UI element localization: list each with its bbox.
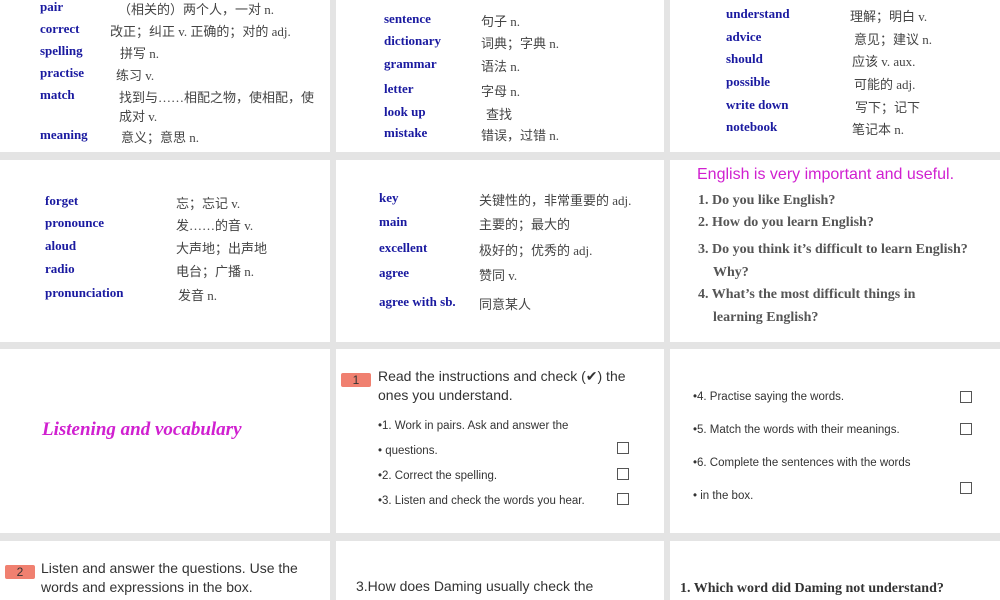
vocab-meaning: 词典；字典 n. [481,36,560,51]
vocab-meaning: 赞同 v. [479,268,518,283]
vocab-meaning: 发……的音 v. [176,218,254,233]
vocab-meaning: 练习 v. [116,68,155,83]
vocab-word: write down [726,97,789,112]
slide-2[interactable]: sentence 句子 n. dictionary 词典；字典 n. grammar 语法… [336,0,664,152]
vocab-word: pair [40,0,64,14]
vocab-meaning: 语法 n. [481,59,521,74]
checkbox[interactable] [960,482,972,494]
task-item: •6. Complete the sentences with the word… [693,457,911,469]
vocab-word: meaning [40,127,88,142]
slide-11[interactable]: 3.How does Daming usually check the [336,541,664,600]
vocab-word: letter [384,81,414,96]
vocab-meaning: 错误，过错 n. [481,128,560,143]
vocab-word: grammar [384,56,437,71]
checkbox[interactable] [617,468,629,480]
task-item: •2. Correct the spelling. [378,470,498,482]
vocab-meaning: 忘；忘记 v. [176,196,241,211]
slide-title: English is very important and useful. [697,166,955,183]
question: 4. What’s the most difficult things in [698,287,916,302]
slide-8[interactable]: 1 Read the instructions and check (✔) th… [336,349,664,533]
vocab-word: forget [45,193,79,208]
vocab-meaning: 拼写 n. [120,46,160,61]
vocab-word: notebook [726,119,778,134]
slide-6[interactable]: English is very important and useful. 1.… [670,160,1000,342]
task-item: •1. Work in pairs. Ask and answer the [378,420,569,432]
vocab-word: look up [384,104,426,119]
instruction-heading: Listen and answer the questions. Use the… [41,560,298,595]
slide-10[interactable]: 2 Listen and answer the questions. Use t… [0,541,330,600]
vocab-word: match [40,87,75,102]
task-item: •5. Match the words with their meanings. [693,424,900,436]
checkbox[interactable] [960,391,972,403]
vocab-word: excellent [379,240,428,255]
vocab-word: correct [40,21,80,36]
vocab-meaning: 找到与……相配之物，使相配，使成对 v. [119,90,315,124]
checkbox[interactable] [960,423,972,435]
slide-7[interactable]: Listening and vocabulary [0,349,330,533]
vocab-word: should [726,51,763,66]
vocab-word: mistake [384,125,428,140]
vocab-word: dictionary [384,33,442,48]
vocab-meaning: 可能的 adj. [854,77,916,92]
vocab-meaning: 大声地；出声地 [176,241,268,256]
step-badge: 1 [341,373,371,387]
slide-9[interactable]: •4. Practise saying the words. •5. Match… [670,349,1000,533]
vocab-meaning: 应该 v. aux. [852,54,916,69]
slide-1[interactable]: pair （相关的）两个人，一对 n. correct 改正；纠正 v. 正确的；对的… [0,0,330,152]
vocab-meaning: 主要的；最大的 [479,217,571,232]
vocab-word: radio [45,261,75,276]
question: Why? [713,265,749,280]
task-item: •3. Listen and check the words you hear. [378,495,585,507]
vocab-word: pronunciation [45,285,124,300]
vocab-word: pronounce [45,215,104,230]
vocab-meaning: 改正；纠正 v. 正确的；对的 adj. [110,24,291,39]
question: 3. Do you think it’s difficult to learn … [698,242,968,257]
vocab-word: spelling [40,43,83,58]
vocab-word: agree [379,265,410,280]
vocab-meaning: 句子 n. [481,14,521,29]
vocab-meaning: 意见；建议 n. [854,32,933,47]
slide-5[interactable]: key 关键性的，非常重要的 adj. main 主要的；最大的 excellent 极好… [336,160,664,342]
vocab-word: key [379,190,399,205]
vocab-word: practise [40,65,85,80]
vocab-word: agree with sb. [379,294,456,309]
vocab-word: possible [726,74,771,89]
vocab-meaning: 写下；记下 [855,100,921,115]
vocab-meaning: （相关的）两个人，一对 n. [118,2,275,17]
vocab-meaning: 发音 n. [178,288,218,303]
vocab-meaning: 意义；意思 n. [121,130,200,145]
vocab-word: main [379,214,408,229]
vocab-word: sentence [384,11,431,26]
instruction-heading: Read the instructions and check (✔) the … [378,368,626,403]
question: 2. How do you learn English? [698,215,874,230]
slide-3[interactable]: understand 理解；明白 v. advice 意见；建议 n. should 应该… [670,0,1000,152]
slide-title: Listening and vocabulary [42,419,242,440]
vocab-word: advice [726,29,762,44]
vocab-meaning: 笔记本 n. [852,122,905,137]
vocab-meaning: 同意某人 [479,297,532,312]
step-badge: 2 [5,565,35,579]
checkbox[interactable] [617,442,629,454]
vocab-meaning: 查找 [486,107,513,122]
task-item: • in the box. [693,490,754,502]
checkbox[interactable] [617,493,629,505]
vocab-word: understand [726,6,790,21]
question: 1. Do you like English? [698,193,836,208]
slide-12[interactable]: 1. Which word did Daming not understand? [670,541,1000,600]
vocab-word: aloud [45,238,77,253]
task-item: • questions. [378,445,438,457]
question: learning English? [713,310,819,325]
vocab-meaning: 关键性的，非常重要的 adj. [479,193,632,208]
task-item: •4. Practise saying the words. [693,391,845,403]
vocab-meaning: 字母 n. [481,84,521,99]
question-text: 3.How does Daming usually check the [356,578,594,594]
vocab-meaning: 电台；广播 n. [176,264,255,279]
vocab-meaning: 极好的；优秀的 adj. [479,243,593,258]
vocab-meaning: 理解；明白 v. [850,9,928,24]
slide-4[interactable]: forget 忘；忘记 v. pronounce 发……的音 v. aloud 大声地；出… [0,160,330,342]
question-text: 1. Which word did Daming not understand? [680,581,944,596]
